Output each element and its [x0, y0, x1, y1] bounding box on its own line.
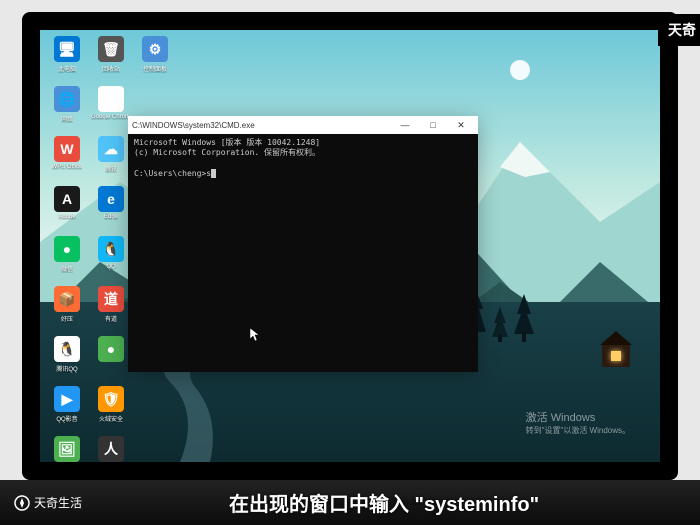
activation-title: 激活 Windows: [526, 409, 630, 425]
icon-label: 此电脑: [58, 64, 76, 73]
desktop-icon[interactable]: 🖼图片: [46, 436, 88, 462]
bottom-caption-bar: 天奇生活 在出现的窗口中输入 "systeminfo": [0, 480, 700, 525]
cmd-output-line: (c) Microsoft Corporation. 保留所有权利。: [134, 148, 472, 158]
cmd-titlebar[interactable]: C:\WINDOWS\system32\CMD.exe — □ ✕: [128, 116, 478, 134]
icon-label: Adobe: [58, 214, 75, 220]
desktop-icon[interactable]: A Adobe: [46, 186, 88, 234]
desktop-icon[interactable]: ▶ QQ影音: [46, 386, 88, 434]
icon-label: WPS Office: [52, 164, 83, 170]
desktop-icon[interactable]: W WPS Office: [46, 136, 88, 184]
cmd-blank-line: [134, 159, 472, 169]
icon-label: 好压: [61, 314, 73, 323]
cmd-window[interactable]: C:\WINDOWS\system32\CMD.exe — □ ✕ Micros…: [128, 116, 478, 372]
app-icon: 🛡: [98, 386, 124, 412]
desktop-icon[interactable]: 🛡 火绒安全: [90, 386, 132, 434]
desktop-icon[interactable]: 🐧 QQ: [90, 236, 132, 284]
activation-subtitle: 转到"设置"以激活 Windows。: [526, 425, 630, 436]
desktop-icon[interactable]: 🌐 网络: [46, 86, 88, 134]
mouse-cursor-icon: [250, 328, 260, 342]
icon-label: 腾讯: [105, 164, 117, 173]
app-icon: ☁: [98, 136, 124, 162]
app-icon: 🌐: [54, 86, 80, 112]
minimize-button[interactable]: —: [392, 117, 418, 133]
compass-icon: [14, 495, 30, 511]
cursor-icon: [211, 169, 216, 178]
cmd-title-text: C:\WINDOWS\system32\CMD.exe: [132, 121, 392, 130]
icon-label: 控制面板: [143, 64, 167, 73]
desktop-icon[interactable]: e Edge: [90, 186, 132, 234]
wallpaper-house: [602, 343, 630, 367]
desktop-icon[interactable]: ●: [90, 336, 132, 384]
windows-activation-watermark: 激活 Windows 转到"设置"以激活 Windows。: [526, 409, 630, 436]
app-icon: 🗑: [98, 36, 124, 62]
app-icon: W: [54, 136, 80, 162]
app-icon: 道: [98, 286, 124, 312]
desktop-icon[interactable]: ◉ Google Chrome: [90, 86, 132, 134]
app-icon: e: [98, 186, 124, 212]
app-icon: 🐧: [98, 236, 124, 262]
desktop-icon[interactable]: ● 微信: [46, 236, 88, 284]
monitor-frame: 🖥 此电脑 🗑 回收站 ⚙ 控制面板 🌐 网络 ◉ Google Chrome W WPS Offic…: [22, 12, 678, 480]
desktop-icon[interactable]: 📦 好压: [46, 286, 88, 334]
instruction-caption: 在出现的窗口中输入 "systeminfo": [82, 488, 686, 517]
icon-label: QQ影音: [56, 414, 77, 423]
brand-logo: 天奇生活: [14, 494, 82, 511]
app-icon: 🐧: [54, 336, 80, 362]
icon-label: 火绒安全: [99, 414, 123, 423]
desktop-icon[interactable]: 道有道: [90, 286, 132, 334]
app-icon: ⚙: [142, 36, 168, 62]
icon-label: 有道: [105, 314, 117, 323]
desktop-icon[interactable]: 🗑 回收站: [90, 36, 132, 84]
wallpaper-moon: [510, 60, 530, 80]
cmd-body[interactable]: Microsoft Windows [版本 版本 10042.1248] (c)…: [128, 134, 478, 372]
cmd-prompt-line: C:\Users\cheng>s: [134, 169, 472, 179]
icon-label: 微信: [61, 264, 73, 273]
brand-text: 天奇生活: [34, 494, 82, 511]
desktop-icon[interactable]: 🐧 腾讯QQ: [46, 336, 88, 384]
icon-label: 腾讯QQ: [56, 364, 77, 373]
app-icon: 人: [98, 436, 124, 462]
top-watermark: 天奇: [658, 14, 700, 46]
desktop-screen: 🖥 此电脑 🗑 回收站 ⚙ 控制面板 🌐 网络 ◉ Google Chrome W WPS Offic…: [40, 30, 660, 462]
desktop-icon[interactable]: 人人人影视: [90, 436, 132, 462]
house-window-icon: [611, 351, 621, 361]
icon-label: QQ: [106, 264, 115, 270]
icon-label: Edge: [104, 214, 118, 220]
app-icon: 🖼: [54, 436, 80, 462]
close-button[interactable]: ✕: [448, 117, 474, 133]
desktop-icon[interactable]: ⚙ 控制面板: [134, 36, 176, 84]
icon-label: 回收站: [102, 64, 120, 73]
cmd-output-line: Microsoft Windows [版本 版本 10042.1248]: [134, 138, 472, 148]
app-icon: ●: [98, 336, 124, 362]
app-icon: ▶: [54, 386, 80, 412]
app-icon: A: [54, 186, 80, 212]
icon-label: 网络: [61, 114, 73, 123]
desktop-icon[interactable]: 🖥 此电脑: [46, 36, 88, 84]
desktop-icon[interactable]: ☁ 腾讯: [90, 136, 132, 184]
app-icon: 📦: [54, 286, 80, 312]
app-icon: ◉: [98, 86, 124, 112]
app-icon: ●: [54, 236, 80, 262]
icon-label: Google Chrome: [91, 114, 131, 120]
app-icon: 🖥: [54, 36, 80, 62]
maximize-button[interactable]: □: [420, 117, 446, 133]
